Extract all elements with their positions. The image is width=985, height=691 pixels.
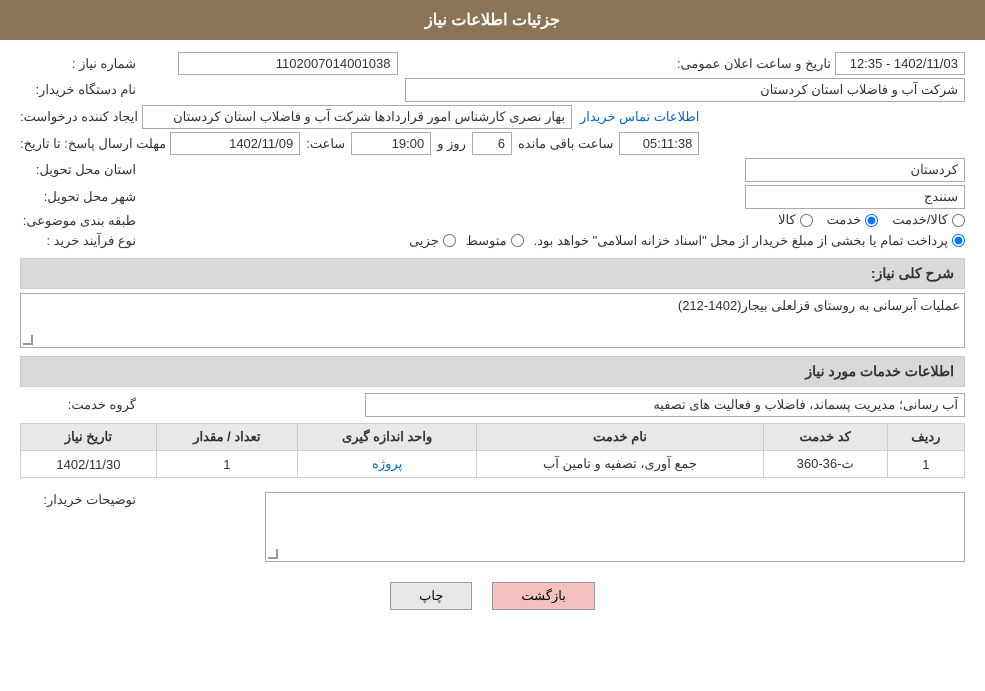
services-table-header-row: ردیف کد خدمت نام خدمت واحد اندازه گیری ت… — [21, 424, 965, 451]
creator-contact-link[interactable]: اطلاعات تماس خریدار — [580, 109, 699, 125]
table-cell-name: جمع آوری، تصفیه و تامین آب — [477, 451, 763, 478]
category-label: طبقه بندی موضوعی: — [20, 213, 140, 229]
creator-box: بهار نصری کارشناس امور قراردادها شرکت آب… — [142, 105, 572, 129]
col-row: ردیف — [887, 424, 964, 451]
delivery-province-value: کردستان — [140, 158, 965, 182]
page-title: جزئیات اطلاعات نیاز — [425, 12, 560, 29]
creator-row: ایجاد کننده درخواست: بهار نصری کارشناس ا… — [20, 105, 965, 129]
response-time-label: ساعت: — [306, 136, 345, 152]
buyer-notes-resize-handle[interactable] — [268, 549, 278, 559]
page-wrapper: جزئیات اطلاعات نیاز شماره نیاز : 1102007… — [0, 0, 985, 691]
service-group-row: گروه خدمت: آب رسانی؛ مدیریت پسماند، فاضل… — [20, 393, 965, 417]
response-remaining-label: ساعت باقی مانده — [518, 136, 613, 152]
purchase-type-motavasset[interactable]: متوسط — [466, 233, 524, 249]
col-name: نام خدمت — [477, 424, 763, 451]
purchase-type-motavasset-radio[interactable] — [511, 234, 524, 247]
buyer-notes-row: توضیحات خریدار: — [20, 488, 965, 566]
response-days-box: 6 — [472, 132, 512, 155]
category-kala-radio[interactable] — [800, 214, 813, 227]
resize-handle[interactable] — [23, 335, 33, 345]
buyer-notes-label: توضیحات خریدار: — [20, 488, 140, 508]
need-number-box: 1102007014001038 — [178, 52, 398, 75]
response-days-label: روز و — [437, 136, 466, 152]
response-deadline-row: مهلت ارسال پاسخ: تا تاریخ: 1402/11/09 سا… — [20, 132, 965, 155]
response-date-box: 1402/11/09 — [170, 132, 300, 155]
service-group-label: گروه خدمت: — [20, 397, 140, 413]
service-group-value: آب رسانی؛ مدیریت پسماند، فاضلاب و فعالیت… — [140, 393, 965, 417]
table-cell-code: ث-36-360 — [763, 451, 887, 478]
purchase-type-esnad-radio[interactable] — [952, 234, 965, 247]
purchase-type-esnad[interactable]: پرداخت تمام یا بخشی از مبلغ خریدار از مح… — [534, 233, 965, 249]
table-row: 1ث-36-360جمع آوری، تصفیه و تامین آبپروژه… — [21, 451, 965, 478]
category-kala-khedmat-radio[interactable] — [952, 214, 965, 227]
purchase-type-jozi-label: جزیی — [409, 233, 439, 249]
category-option-kala-khedmat[interactable]: کالا/خدمت — [892, 212, 965, 228]
delivery-province-label: استان محل تحویل: — [20, 162, 140, 178]
buyer-org-label: نام دستگاه خریدار: — [20, 82, 140, 98]
content-area: شماره نیاز : 1102007014001038 تاریخ و سا… — [0, 40, 985, 632]
need-desc-box: عملیات آبرسانی به روستای قزلعلی بیجار(14… — [20, 293, 965, 348]
need-number-value: 1102007014001038 — [140, 52, 398, 75]
purchase-type-row: نوع فرآیند خرید : جزیی متوسط پرداخت تمام… — [20, 233, 965, 251]
services-table: ردیف کد خدمت نام خدمت واحد اندازه گیری ت… — [20, 423, 965, 478]
need-number-label: شماره نیاز : — [20, 56, 140, 72]
service-group-box: آب رسانی؛ مدیریت پسماند، فاضلاب و فعالیت… — [365, 393, 965, 417]
purchase-type-label: نوع فرآیند خرید : — [20, 233, 140, 249]
col-quantity: تعداد / مقدار — [156, 424, 297, 451]
delivery-city-box: سنندج — [745, 185, 965, 209]
creator-value: بهار نصری کارشناس امور قراردادها شرکت آب… — [142, 105, 965, 129]
buyer-org-box: شرکت آب و فاضلاب استان کردستان — [405, 78, 965, 102]
response-time-box: 19:00 — [351, 132, 431, 155]
buyer-org-row: نام دستگاه خریدار: شرکت آب و فاضلاب استا… — [20, 78, 965, 102]
table-cell-quantity: 1 — [156, 451, 297, 478]
col-code: کد خدمت — [763, 424, 887, 451]
need-desc-container: عملیات آبرسانی به روستای قزلعلی بیجار(14… — [20, 293, 965, 348]
services-section-header: اطلاعات خدمات مورد نیاز — [20, 356, 965, 387]
delivery-city-row: شهر محل تحویل: سنندج — [20, 185, 965, 209]
purchase-type-motavasset-label: متوسط — [466, 233, 507, 249]
category-kala-khedmat-label: کالا/خدمت — [892, 212, 948, 228]
category-row: طبقه بندی موضوعی: کالا خدمت کالا/خدمت — [20, 212, 965, 230]
response-deadline-value: 1402/11/09 ساعت: 19:00 روز و 6 ساعت باقی… — [170, 132, 965, 155]
purchase-type-radio-group: جزیی متوسط پرداخت تمام یا بخشی از مبلغ خ… — [409, 233, 965, 249]
category-options: کالا خدمت کالا/خدمت — [140, 212, 965, 230]
services-table-header: ردیف کد خدمت نام خدمت واحد اندازه گیری ت… — [21, 424, 965, 451]
category-option-khedmat[interactable]: خدمت — [827, 212, 879, 228]
announce-label: تاریخ و ساعت اعلان عمومی: — [655, 56, 835, 72]
services-table-body: 1ث-36-360جمع آوری، تصفیه و تامین آبپروژه… — [21, 451, 965, 478]
page-header: جزئیات اطلاعات نیاز — [0, 0, 985, 40]
response-deadline-label: مهلت ارسال پاسخ: تا تاریخ: — [20, 136, 170, 152]
buyer-org-value: شرکت آب و فاضلاب استان کردستان — [140, 78, 965, 102]
category-radio-group: کالا خدمت کالا/خدمت — [778, 212, 965, 228]
delivery-province-box: کردستان — [745, 158, 965, 182]
back-button[interactable]: بازگشت — [492, 582, 594, 610]
announce-value-box: 1402/11/03 - 12:35 — [835, 52, 965, 75]
print-button[interactable]: چاپ — [390, 582, 472, 610]
creator-label: ایجاد کننده درخواست: — [20, 109, 142, 125]
purchase-type-jozi[interactable]: جزیی — [409, 233, 456, 249]
col-date: تاریخ نیاز — [21, 424, 157, 451]
category-option-kala[interactable]: کالا — [778, 212, 813, 228]
need-desc-section-header: شرح کلی نیاز: — [20, 258, 965, 289]
category-kala-label: کالا — [778, 212, 796, 228]
category-khedmat-label: خدمت — [827, 212, 862, 228]
table-cell-row: 1 — [887, 451, 964, 478]
table-cell-unit[interactable]: پروژه — [297, 451, 477, 478]
need-number-row: شماره نیاز : 1102007014001038 تاریخ و سا… — [20, 52, 965, 75]
delivery-province-row: استان محل تحویل: کردستان — [20, 158, 965, 182]
buyer-notes-value — [140, 488, 965, 566]
purchase-type-options: جزیی متوسط پرداخت تمام یا بخشی از مبلغ خ… — [140, 233, 965, 251]
delivery-city-label: شهر محل تحویل: — [20, 189, 140, 205]
buyer-notes-box — [265, 492, 965, 562]
need-desc-value: عملیات آبرسانی به روستای قزلعلی بیجار(14… — [678, 298, 960, 313]
response-remaining-box: 05:11:38 — [619, 132, 699, 155]
delivery-city-value: سنندج — [140, 185, 965, 209]
category-khedmat-radio[interactable] — [865, 214, 878, 227]
purchase-type-esnad-label: پرداخت تمام یا بخشی از مبلغ خریدار از مح… — [534, 233, 948, 249]
table-cell-date: 1402/11/30 — [21, 451, 157, 478]
button-row: بازگشت چاپ — [20, 582, 965, 610]
purchase-type-jozi-radio[interactable] — [443, 234, 456, 247]
col-unit: واحد اندازه گیری — [297, 424, 477, 451]
